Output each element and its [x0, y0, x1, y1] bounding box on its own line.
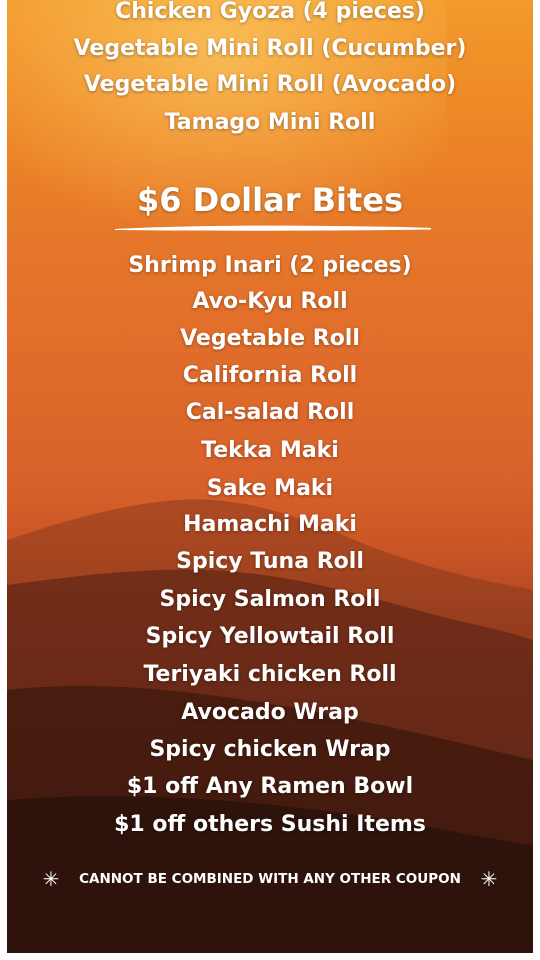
top-item-3: Vegetable Mini Roll (Avocado) — [83, 72, 457, 97]
menu-item-shrimp-inari: Shrimp Inari (2 pieces) — [128, 253, 412, 278]
menu-item-avocado-wrap: Avocado Wrap — [181, 700, 359, 725]
menu-item-tekka-maki: Tekka Maki — [201, 438, 339, 463]
menu-item-vegetable-roll: Vegetable Roll — [180, 326, 360, 351]
menu-item-hamachi-maki: Hamachi Maki — [183, 512, 357, 537]
menu-item-california-roll: California Roll — [182, 363, 358, 388]
menu-item-teriyaki-chicken-roll: Teriyaki chicken Roll — [143, 662, 397, 687]
top-item-4: Tamago Mini Roll — [164, 110, 376, 135]
asterisk-right-icon: ✳ — [480, 867, 498, 891]
title-underline — [115, 225, 431, 231]
top-item-1: Chicken Gyoza (4 pieces) — [115, 0, 425, 24]
menu-item-cal-salad-roll: Cal-salad Roll — [185, 400, 355, 425]
menu-item-spicy-chicken-wrap: Spicy chicken Wrap — [149, 737, 391, 762]
coupon-disclaimer: CANNOT BE COMBINED WITH ANY OTHER COUPON — [79, 871, 461, 887]
menu-item-spicy-tuna-roll: Spicy Tuna Roll — [176, 549, 364, 574]
menu-item-ramen-discount: $1 off Any Ramen Bowl — [126, 774, 414, 799]
menu-background: Chicken Gyoza (4 pieces) Vegetable Mini … — [7, 0, 533, 953]
menu-item-spicy-yellowtail-roll: Spicy Yellowtail Roll — [145, 624, 395, 649]
section-title: $6 Dollar Bites — [136, 181, 404, 219]
menu-item-sushi-discount: $1 off others Sushi Items — [114, 812, 426, 837]
menu-item-avo-kyu-roll: Avo-Kyu Roll — [192, 289, 348, 314]
menu-item-spicy-salmon-roll: Spicy Salmon Roll — [159, 587, 381, 612]
top-item-2: Vegetable Mini Roll (Cucumber) — [73, 36, 467, 61]
menu-item-sake-maki: Sake Maki — [206, 476, 334, 501]
